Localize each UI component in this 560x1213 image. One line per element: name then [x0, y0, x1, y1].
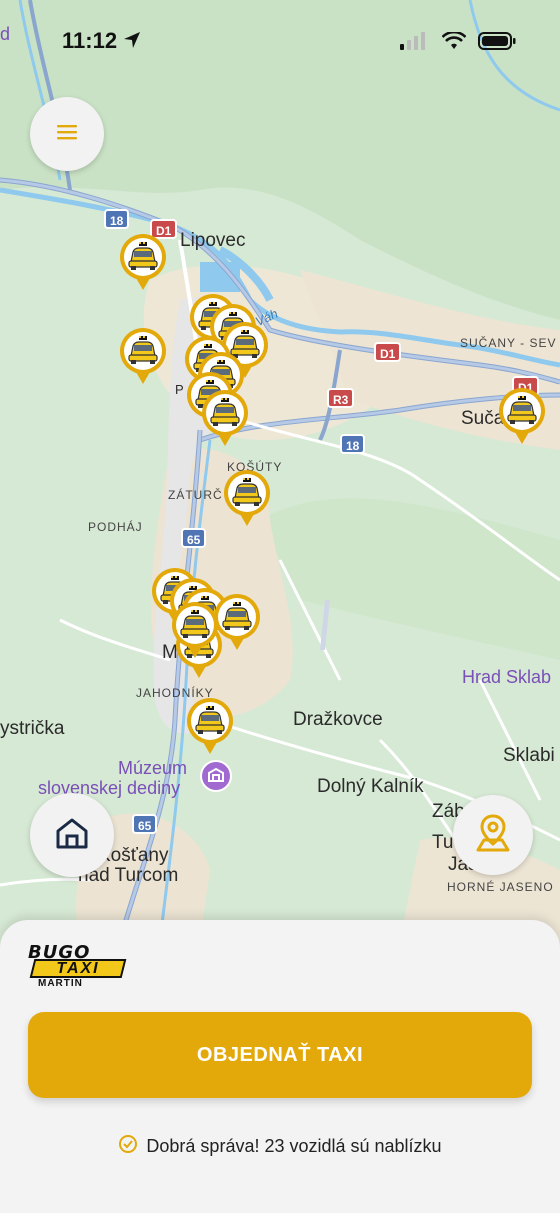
road-shield-d1: D1: [374, 342, 402, 362]
status-bar: 11:12: [0, 0, 560, 84]
bottom-sheet: BUGO TAXI MARTIN OBJEDNAŤ TAXI Dobrá spr…: [0, 920, 560, 1213]
home-icon: [52, 813, 92, 858]
place-label-sklabina: Sklabi: [503, 745, 555, 766]
signal-icon: [400, 32, 430, 55]
location-arrow-icon: [122, 30, 142, 55]
taxi-marker-icon[interactable]: [200, 388, 250, 448]
wifi-icon: [441, 30, 467, 55]
battery-icon: [478, 32, 516, 55]
nearby-status-text: Dobrá správa! 23 vozidlá sú nablízku: [146, 1136, 442, 1156]
menu-button[interactable]: [30, 97, 104, 171]
place-label-drazkovce: Dražkovce: [293, 709, 383, 730]
logo-text-martin: MARTIN: [38, 978, 83, 989]
museum-icon: [200, 760, 232, 792]
hamburger-menu-icon: [55, 123, 79, 146]
taxi-marker-icon[interactable]: [222, 468, 272, 528]
road-shield-65: 65: [181, 528, 207, 548]
logo-text-taxi: TAXI: [56, 960, 100, 977]
taxi-marker-icon[interactable]: [185, 696, 235, 756]
taxi-marker-icon[interactable]: [170, 600, 220, 660]
status-time: 11:12: [62, 28, 118, 53]
road-shield-65: 65: [132, 814, 158, 834]
pickup-location-button[interactable]: [453, 795, 533, 875]
bugo-taxi-logo: BUGO TAXI MARTIN: [26, 942, 130, 992]
taxi-marker-icon[interactable]: [118, 326, 168, 386]
taxi-marker-icon[interactable]: [118, 232, 168, 292]
place-label-horne-jaseno: HORNÉ JASENO: [447, 880, 554, 894]
place-label-tu: Tu: [432, 832, 454, 853]
poi-label-hrad-sklabina: Hrad Sklab: [462, 667, 552, 687]
home-button[interactable]: [30, 793, 114, 877]
place-label-bystricka: ystrička: [0, 718, 65, 739]
road-shield-r3: R3: [327, 388, 355, 408]
place-label-lipovec: Lipovec: [180, 230, 246, 251]
place-label-podhaj: PODHÁJ: [88, 520, 143, 534]
place-label-sucany-sever: SUČANY - SEV: [460, 336, 557, 350]
road-shield-18: 18: [340, 434, 366, 454]
poi-label-muzeum-1: Múzeum: [118, 758, 188, 778]
map-pin-icon: [472, 812, 514, 859]
place-label-zaturcie: ZÁTURČ: [168, 488, 223, 502]
order-taxi-button[interactable]: OBJEDNAŤ TAXI: [28, 1012, 532, 1098]
road-shield-18: 18: [104, 209, 130, 229]
nearby-status: Dobrá správa! 23 vozidlá sú nablízku: [0, 1134, 560, 1159]
place-label-dolny-kalnik: Dolný Kalník: [317, 776, 424, 797]
taxi-marker-icon[interactable]: [497, 386, 547, 446]
check-circle-icon: [118, 1134, 138, 1159]
